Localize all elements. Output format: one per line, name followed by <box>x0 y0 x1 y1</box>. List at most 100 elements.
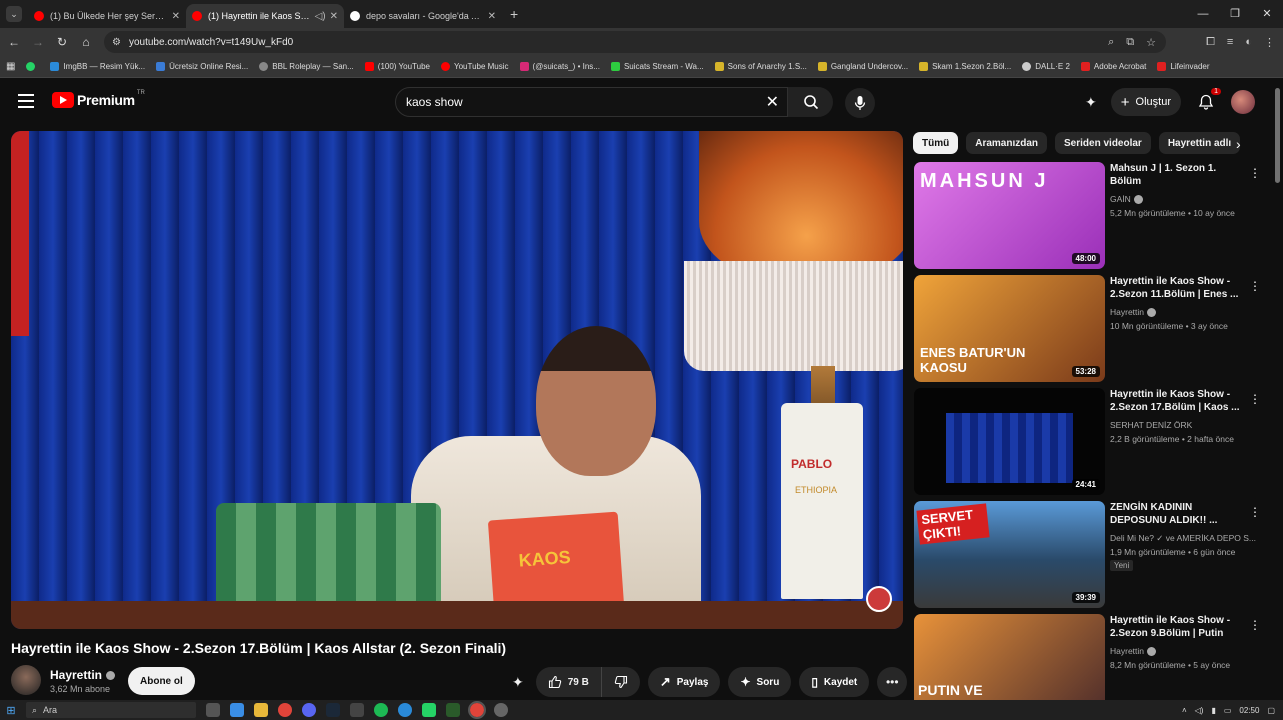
recommendation-item[interactable]: SERVET ÇIKTI! 39:39 ZENGİN KADININ DEPOS… <box>913 501 1265 609</box>
bookmark-item[interactable]: YouTube Music <box>440 62 509 71</box>
network-icon[interactable]: ▭ <box>1224 706 1232 715</box>
voice-search-button[interactable] <box>845 88 875 118</box>
browser-tab-1[interactable]: (1) Bu Ülkede Her şey Serbest ✕ <box>28 4 186 28</box>
close-tab-icon[interactable]: ✕ <box>172 11 180 22</box>
clear-search-icon[interactable]: ✕ <box>766 92 779 112</box>
clock[interactable]: 02:50 <box>1239 706 1259 715</box>
windows-start-icon[interactable]: ⊞ <box>0 704 22 717</box>
chip-from-series[interactable]: Seriden videolar <box>1055 132 1151 154</box>
video-thumbnail[interactable]: SERVET ÇIKTI! 39:39 <box>914 501 1105 608</box>
extensions-icon[interactable]: ⧠ <box>1206 36 1215 49</box>
video-thumbnail[interactable]: ENES BATUR'UN KAOSU 53:28 <box>914 275 1105 382</box>
bookmark-item[interactable]: Ücretsiz Online Resi... <box>156 62 248 71</box>
reload-icon[interactable]: ↻ <box>50 35 74 49</box>
volume-icon[interactable]: ◁) <box>1195 706 1204 715</box>
video-thumbnail[interactable]: MAHSUN J 48:00 <box>914 162 1105 269</box>
discord-icon[interactable] <box>302 703 316 717</box>
user-avatar[interactable] <box>1231 90 1255 114</box>
video-thumbnail[interactable]: 24:41 <box>914 388 1105 495</box>
tab-search-dropdown[interactable]: ⌄ <box>6 6 22 22</box>
chip-from-search[interactable]: Aramanızdan <box>966 132 1048 154</box>
address-bar[interactable]: ⚙ youtube.com/watch?v=t149Uw_kFd0 ⌕ ⧉ ☆ <box>104 31 1166 53</box>
zoom-icon[interactable]: ⌕ <box>1108 36 1114 49</box>
recommendation-item[interactable]: 24:41 Hayrettin ile Kaos Show - 2.Sezon … <box>913 388 1265 496</box>
browser-menu-icon[interactable]: ⋮ <box>1264 36 1275 49</box>
ask-button[interactable]: ✦ Soru <box>728 667 792 697</box>
video-player[interactable]: KAOS PABLO ETHIOPIA <box>11 131 903 629</box>
channel-name-link[interactable]: Hayrettin <box>50 668 116 682</box>
file-explorer-icon[interactable] <box>254 703 268 717</box>
page-scrollbar[interactable] <box>1275 88 1280 183</box>
recommendation-item[interactable]: MAHSUN J 48:00 Mahsun J | 1. Sezon 1. Bö… <box>913 162 1265 270</box>
steam-icon[interactable] <box>326 703 340 717</box>
menu-hamburger-icon[interactable] <box>18 94 34 108</box>
more-vertical-icon[interactable]: ⋮ <box>1249 166 1261 180</box>
premium-ai-icon[interactable]: ✦ <box>1085 94 1097 111</box>
share-button[interactable]: ↗ Paylaş <box>647 667 721 697</box>
app-icon[interactable] <box>230 703 244 717</box>
more-vertical-icon[interactable]: ⋮ <box>1249 279 1261 293</box>
recommendation-item[interactable]: PUTIN VE Hayrettin ile Kaos Show - 2.Sez… <box>913 614 1265 700</box>
chip-all[interactable]: Tümü <box>913 132 959 154</box>
bookmark-item[interactable]: DALL·E 2 <box>1022 62 1070 71</box>
ai-sparkle-icon[interactable]: ✦ <box>512 674 524 691</box>
whatsapp-icon[interactable] <box>422 703 436 717</box>
youtube-premium-logo[interactable]: Premium TR <box>52 90 145 108</box>
close-tab-icon[interactable]: ✕ <box>330 11 338 22</box>
recommendation-item[interactable]: ENES BATUR'UN KAOSU 53:28 Hayrettin ile … <box>913 275 1265 383</box>
subscribe-button[interactable]: Abone ol <box>128 667 195 695</box>
search-button[interactable] <box>788 87 833 117</box>
site-info-icon[interactable]: ⚙ <box>112 37 121 48</box>
home-icon[interactable]: ⌂ <box>74 35 98 49</box>
notifications-button[interactable]: 1 <box>1195 88 1221 113</box>
notification-center-icon[interactable]: ▢ <box>1267 706 1275 715</box>
bookmark-star-icon[interactable]: ☆ <box>1146 36 1156 49</box>
back-icon[interactable]: ← <box>2 35 26 49</box>
bookmark-item[interactable]: BBL Roleplay — San... <box>259 62 354 71</box>
apps-grid-icon[interactable]: ▦ <box>6 61 15 72</box>
channel-avatar[interactable] <box>11 665 41 695</box>
bookmark-item[interactable]: Suicats Stream - Wa... <box>610 62 704 71</box>
chrome-icon[interactable] <box>278 703 292 717</box>
subscribe-watermark-icon[interactable] <box>866 586 892 612</box>
bookmark-item[interactable] <box>26 62 39 71</box>
bookmark-item[interactable]: (@suicats_) • Ins... <box>519 62 600 71</box>
like-button[interactable]: 79 B <box>536 667 602 697</box>
reading-list-icon[interactable]: ≡ <box>1227 36 1233 48</box>
taskbar-search[interactable]: ⌕ Ara <box>26 702 196 718</box>
tray-chevron-icon[interactable]: ˄ <box>1182 706 1187 715</box>
create-button[interactable]: + Oluştur <box>1110 88 1181 116</box>
bookmark-item[interactable]: Gangland Undercov... <box>817 62 908 71</box>
task-view-icon[interactable] <box>206 703 220 717</box>
bookmark-item[interactable]: Sons of Anarchy 1.S... <box>714 62 807 71</box>
minimize-button[interactable]: — <box>1187 0 1219 28</box>
chevron-right-icon[interactable]: › <box>1236 136 1241 152</box>
chip-channel[interactable]: Hayrettin adlı <box>1158 132 1241 154</box>
close-window-button[interactable]: ✕ <box>1251 0 1283 28</box>
app-icon[interactable] <box>350 703 364 717</box>
save-button[interactable]: ▯ Kaydet <box>799 667 870 697</box>
close-tab-icon[interactable]: ✕ <box>488 11 496 22</box>
forward-icon[interactable]: → <box>26 35 50 49</box>
more-vertical-icon[interactable]: ⋮ <box>1249 618 1261 632</box>
new-tab-button[interactable]: + <box>510 6 518 22</box>
bookmark-item[interactable]: ImgBB — Resim Yük... <box>50 62 145 71</box>
more-vertical-icon[interactable]: ⋮ <box>1249 392 1261 406</box>
cast-icon[interactable]: ⧉ <box>1126 36 1134 49</box>
browser-tab-2[interactable]: (1) Hayrettin ile Kaos Show ◁) ✕ <box>186 4 344 28</box>
edge-icon[interactable] <box>398 703 412 717</box>
bookmark-item[interactable]: Adobe Acrobat <box>1080 62 1146 71</box>
more-vertical-icon[interactable]: ⋮ <box>1249 505 1261 519</box>
video-thumbnail[interactable]: PUTIN VE <box>914 614 1105 700</box>
chrome-active-icon[interactable] <box>468 701 486 719</box>
profile-icon[interactable]: ◐ <box>1245 36 1252 48</box>
search-input[interactable]: kaos show ✕ <box>395 87 788 117</box>
mute-tab-icon[interactable]: ◁) <box>315 11 326 22</box>
bookmark-item[interactable]: Skam 1.Sezon 2.Böl... <box>919 62 1011 71</box>
bookmark-item[interactable]: Lifeinvader <box>1157 62 1210 71</box>
maximize-button[interactable]: ❐ <box>1219 0 1251 28</box>
spotify-icon[interactable] <box>374 703 388 717</box>
browser-tab-3[interactable]: depo savaları - Google'da Ara ✕ <box>344 4 502 28</box>
app-icon[interactable] <box>446 703 460 717</box>
more-actions-button[interactable]: ••• <box>877 667 908 697</box>
